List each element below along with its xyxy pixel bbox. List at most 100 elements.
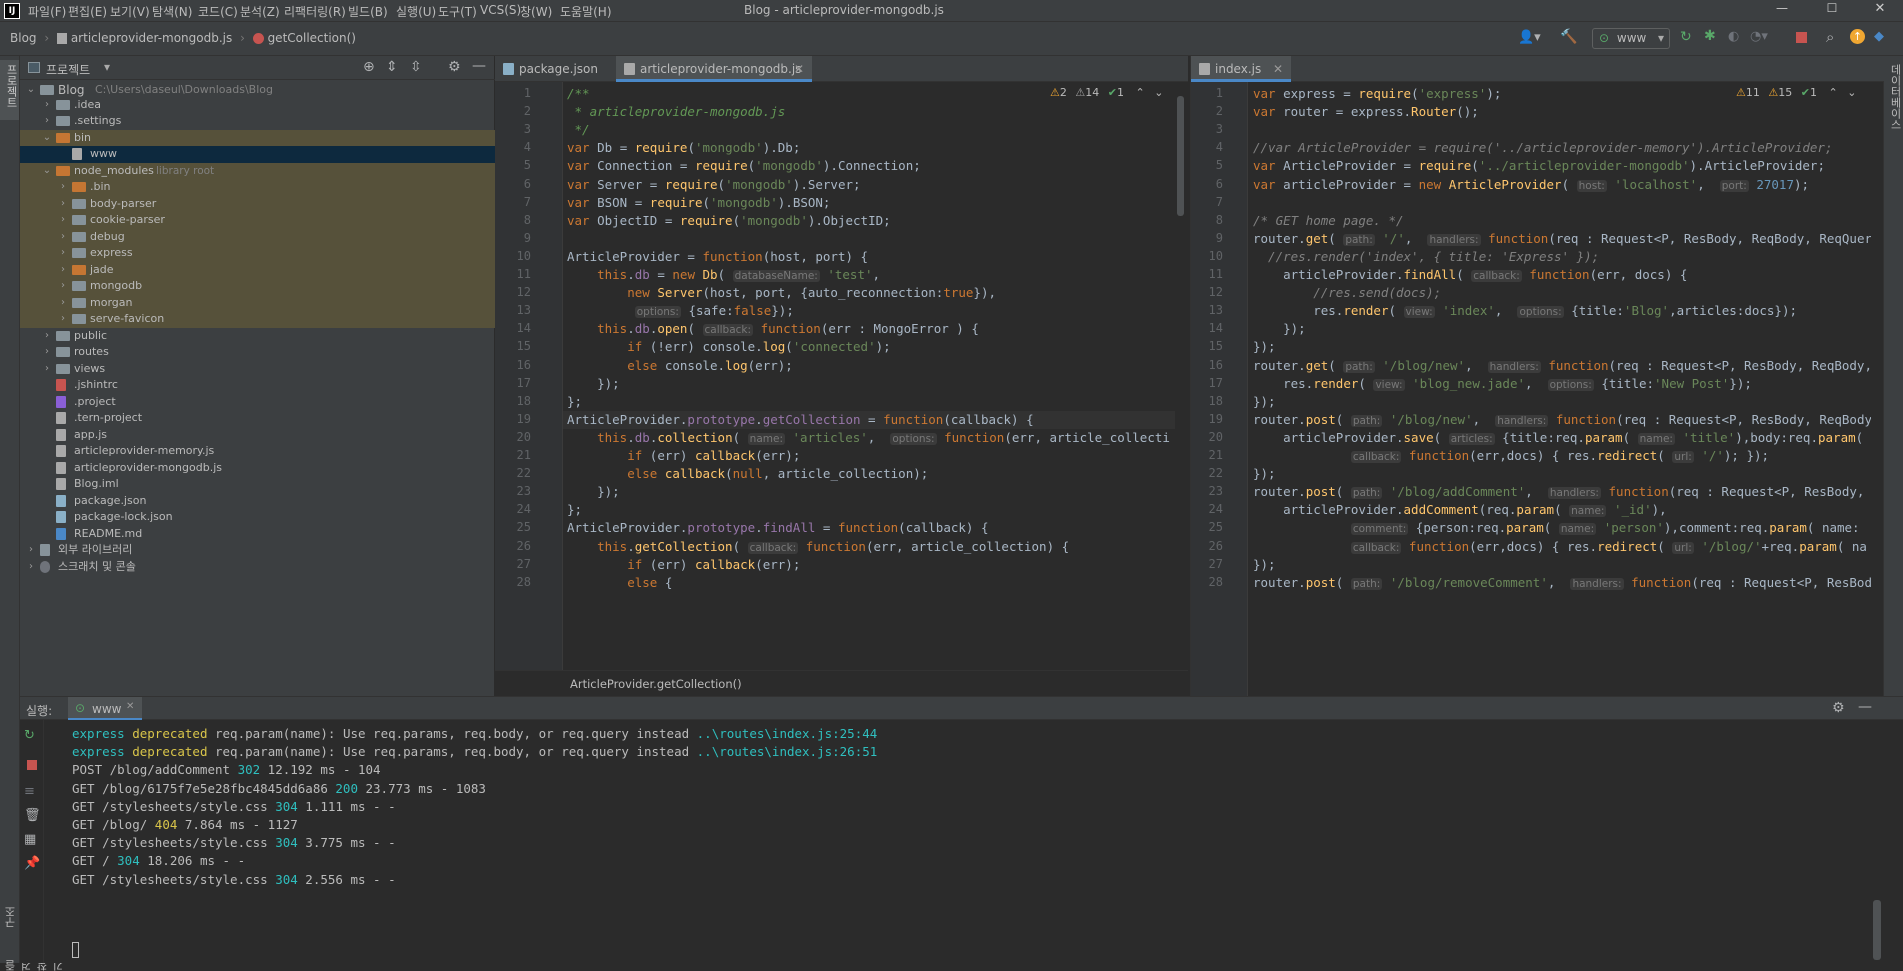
code-line[interactable]: router.get( path: '/', handlers: functio… — [1253, 231, 1871, 246]
tree-item[interactable]: package-lock.json — [20, 509, 495, 526]
close-button[interactable]: ✕ — [1870, 1, 1890, 19]
tree-item[interactable]: Blog.iml — [20, 476, 495, 493]
chevron-right-icon[interactable]: › — [58, 229, 68, 246]
rerun-icon[interactable]: ↻ — [24, 728, 35, 743]
code-line[interactable]: }); — [1253, 557, 1276, 572]
code-line[interactable]: ArticleProvider = function(host, port) { — [567, 249, 868, 264]
tree-item[interactable]: › .bin — [20, 179, 495, 196]
chevron-right-icon[interactable]: › — [58, 262, 68, 279]
code-breadcrumb-label[interactable]: ArticleProvider.getCollection() — [570, 677, 742, 691]
tree-item[interactable]: › .idea — [20, 97, 495, 114]
tree-item[interactable]: articleprovider-memory.js — [20, 443, 495, 460]
code-line[interactable]: }); — [567, 376, 620, 391]
profile-icon[interactable]: ◔▾ — [1750, 29, 1768, 44]
gear-icon[interactable]: ⚙ — [1832, 700, 1845, 716]
code-line[interactable]: router.post( path: '/blog/removeComment'… — [1253, 575, 1871, 590]
rerun-icon[interactable]: ↻ — [1680, 29, 1692, 45]
menu-item[interactable]: VCS(S) — [480, 3, 521, 17]
tree-item[interactable]: › serve-favicon — [20, 311, 495, 328]
close-tab-icon[interactable]: ✕ — [126, 701, 134, 712]
tree-item[interactable]: .project — [20, 394, 495, 411]
chevron-right-icon[interactable]: › — [58, 245, 68, 262]
tree-item[interactable]: › morgan — [20, 294, 495, 312]
code-line[interactable]: }); — [1253, 394, 1276, 409]
tree-item[interactable]: › body-parser — [20, 195, 495, 212]
code-line[interactable]: articleProvider.findAll( callback: funct… — [1253, 267, 1687, 282]
breadcrumb-file[interactable]: articleprovider-mongodb.js — [71, 31, 232, 45]
pin-icon[interactable]: 📌 — [24, 856, 40, 871]
code-line[interactable]: articleProvider.save( articles: {title:r… — [1253, 430, 1863, 445]
menu-item[interactable]: 도움말(H) — [560, 3, 612, 20]
plugins-icon[interactable]: ◆ — [1874, 29, 1884, 44]
chevron-down-icon[interactable]: ⌄ — [42, 130, 52, 147]
tab-index-js[interactable]: index.js ✕ — [1191, 56, 1291, 82]
code-line[interactable]: else console.log(err); — [567, 358, 793, 373]
tree-item[interactable]: ⌄ node_modules library root — [20, 162, 495, 180]
tree-item[interactable]: .jshintrc — [20, 377, 495, 394]
maximize-button[interactable]: ☐ — [1822, 1, 1842, 19]
tree-item[interactable]: › 외부 라이브러리 — [20, 542, 495, 559]
chevron-right-icon[interactable]: › — [26, 559, 36, 576]
menu-item[interactable]: 파일(F) — [28, 3, 66, 20]
tree-item[interactable]: › 스크래치 및 콘솔 — [20, 559, 495, 576]
code-line[interactable]: else callback(null, article_collection); — [567, 466, 928, 481]
code-line[interactable]: router.get( path: '/blog/new', handlers:… — [1253, 358, 1871, 373]
collapse-all-icon[interactable]: ⇳ — [410, 59, 422, 75]
chevron-down-icon[interactable]: ⌄ — [42, 163, 52, 180]
update-icon[interactable]: ↑ — [1850, 29, 1865, 44]
chevron-right-icon[interactable]: › — [58, 311, 68, 328]
code-line[interactable]: /* GET home page. */ — [1253, 213, 1404, 228]
search-icon[interactable]: ⌕ — [1826, 28, 1834, 46]
chevron-right-icon[interactable]: › — [58, 212, 68, 229]
code-line[interactable]: var router = express.Router(); — [1253, 104, 1479, 119]
tree-item[interactable]: › routes — [20, 344, 495, 361]
code-line[interactable]: var ObjectID = require('mongodb').Object… — [567, 213, 891, 228]
code-line[interactable]: comment: {person:req.param( name: 'perso… — [1253, 520, 1860, 536]
code-line[interactable]: router.post( path: '/blog/addComment', h… — [1253, 484, 1871, 500]
chevron-down-icon[interactable]: ▾ — [104, 60, 110, 74]
code-line[interactable]: router.post( path: '/blog/new', handlers… — [1253, 412, 1871, 427]
code-line[interactable]: var BSON = require('mongodb').BSON; — [567, 195, 830, 210]
chevron-right-icon[interactable]: › — [58, 278, 68, 295]
code-line[interactable]: var articleProvider = new ArticleProvide… — [1253, 177, 1809, 192]
code-line[interactable]: res.render( view: 'index', options: {tit… — [1253, 303, 1797, 319]
tree-item[interactable]: app.js — [20, 427, 495, 444]
user-icon[interactable]: 👤▾ — [1518, 30, 1541, 45]
hide-panel-icon[interactable]: — — [472, 58, 486, 74]
structure-side-label[interactable]: 구조 — [3, 906, 19, 928]
chevron-right-icon[interactable]: › — [26, 542, 36, 559]
tree-item[interactable]: › .settings — [20, 113, 495, 130]
tree-item[interactable]: › debug — [20, 228, 495, 246]
code-line[interactable]: //res.send(docs); — [1253, 285, 1441, 300]
editor-right-code[interactable]: 1 var express = require('express'); 2 var r… — [1191, 82, 1871, 696]
chevron-right-icon[interactable]: › — [42, 97, 52, 114]
code-line[interactable]: callback: function(err,docs) { res.redir… — [1253, 448, 1769, 463]
code-line[interactable]: ArticleProvider.prototype.findAll = func… — [567, 520, 988, 535]
tab-articleprovider-mongodb[interactable]: articleprovider-mongodb.js ✕ — [616, 56, 812, 82]
trash-icon[interactable]: 🗑 — [24, 808, 41, 823]
tree-item[interactable]: ⌄ bin — [20, 129, 495, 147]
locate-icon[interactable]: ⊕ — [363, 59, 375, 75]
tree-item[interactable]: › views — [20, 361, 495, 378]
code-line[interactable]: }); — [1253, 466, 1276, 481]
code-line[interactable]: ArticleProvider.prototype.getCollection … — [567, 412, 1034, 427]
inspection-widget[interactable]: ⚠11 ⚠15 ✔1 ⌃ ⌄ — [1736, 86, 1857, 99]
code-line[interactable]: var Db = require('mongodb').Db; — [567, 140, 800, 155]
code-line[interactable]: if (err) callback(err); — [567, 557, 800, 572]
run-tab-www[interactable]: ⊙ www ✕ — [68, 697, 142, 720]
code-line[interactable]: }); — [1253, 321, 1306, 336]
code-line[interactable]: this.db.open( callback: function(err : M… — [567, 321, 979, 337]
menu-item[interactable]: 보기(V) — [110, 3, 150, 20]
menu-item[interactable]: 분석(Z) — [240, 3, 280, 20]
chevron-right-icon[interactable]: › — [58, 295, 68, 312]
menu-item[interactable]: 빌드(B) — [348, 3, 388, 20]
code-line[interactable]: if (err) callback(err); — [567, 448, 800, 463]
coverage-icon[interactable]: ◐ — [1728, 29, 1739, 44]
menu-item[interactable]: 실행(U) — [396, 3, 436, 20]
inspection-widget[interactable]: ⚠2 ⚠14 ✔1 ⌃ ⌄ — [1050, 86, 1163, 99]
tree-item[interactable]: › mongodb — [20, 278, 495, 295]
code-line[interactable]: else { — [567, 575, 672, 590]
stop-icon[interactable] — [27, 760, 37, 770]
code-line[interactable]: /** — [567, 86, 590, 101]
hide-panel-icon[interactable]: — — [1858, 699, 1872, 715]
